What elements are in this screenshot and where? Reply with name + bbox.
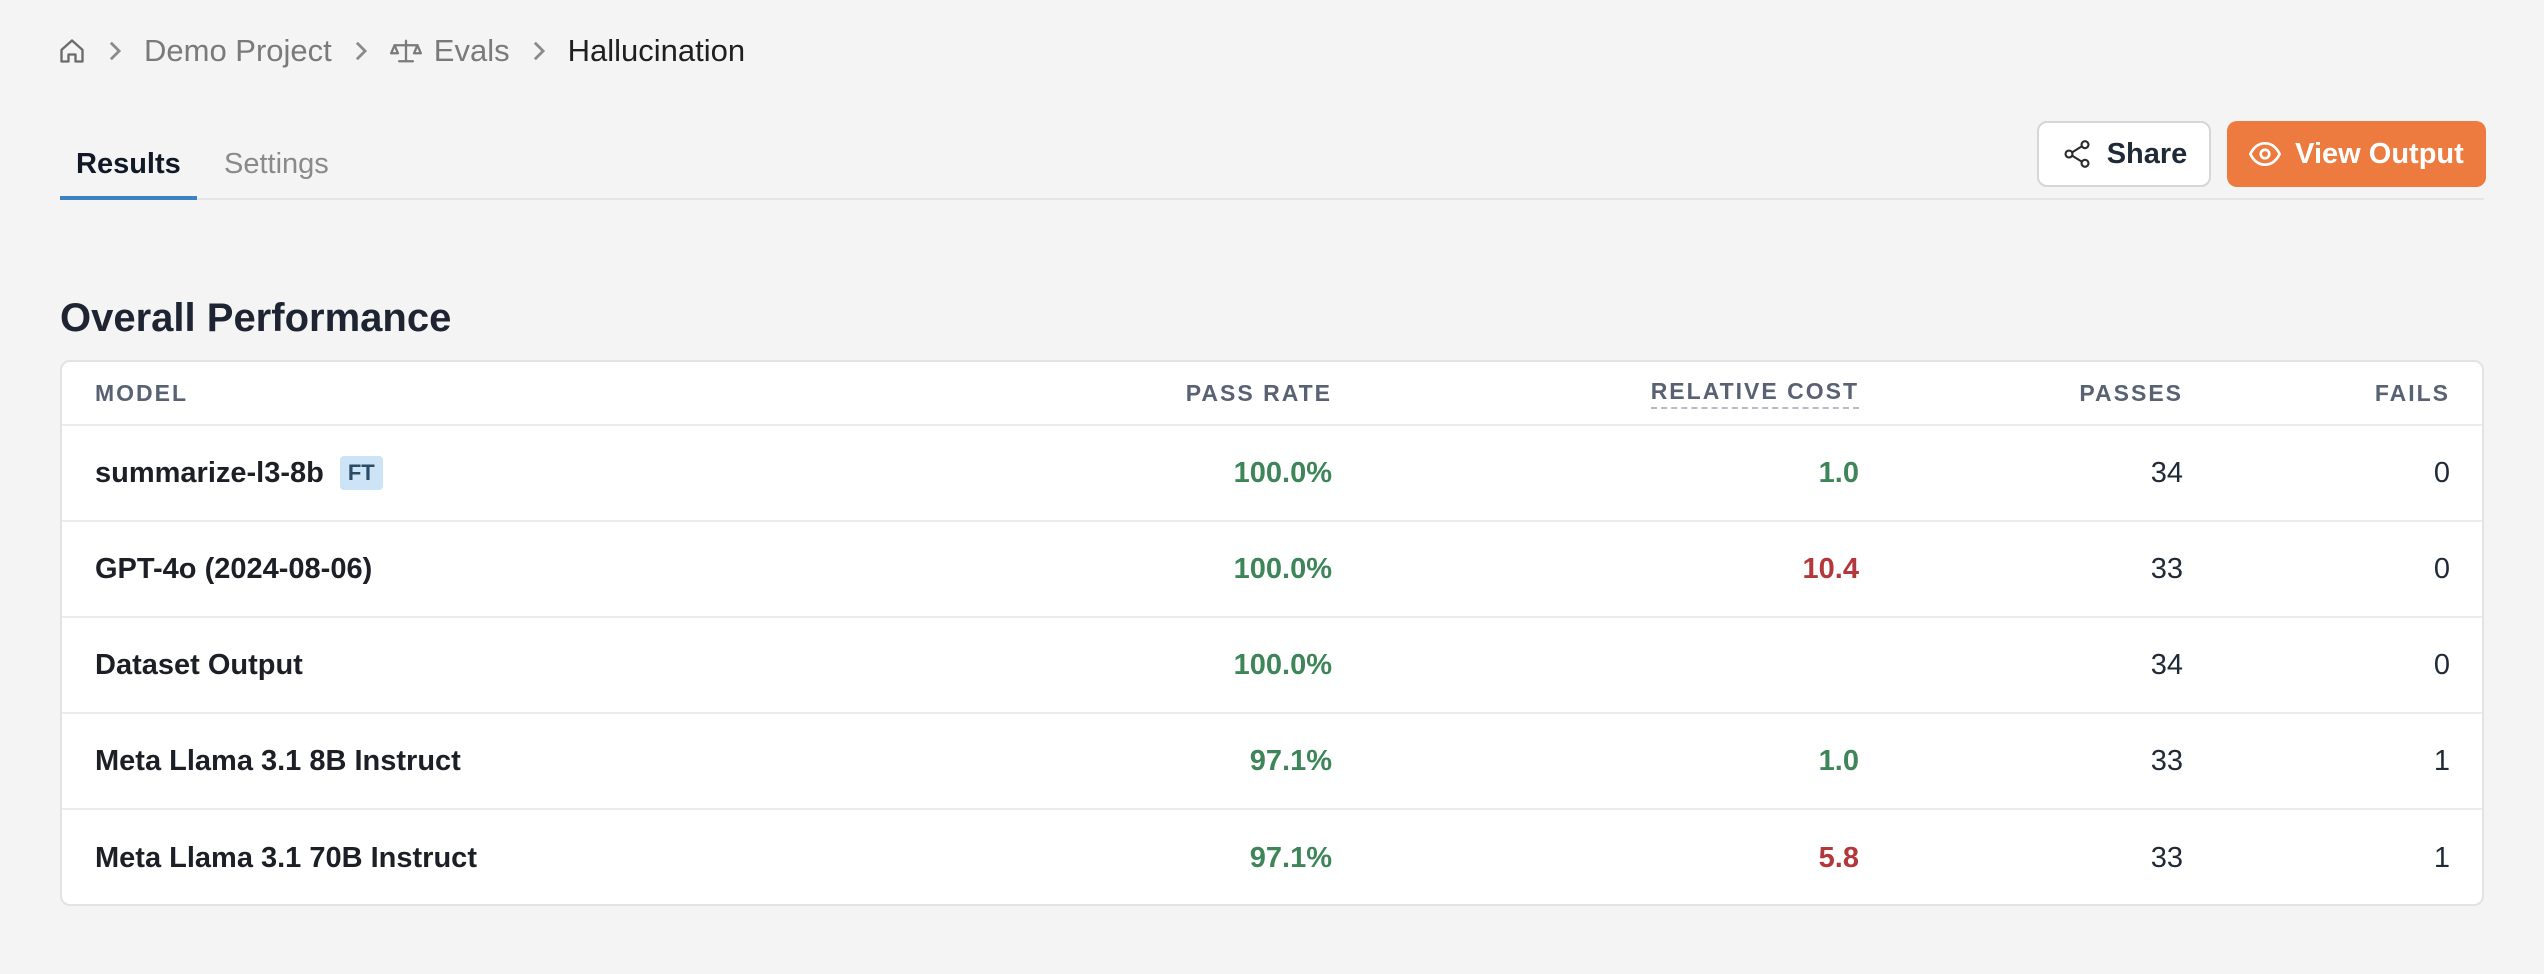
pass-rate-cell: 100.0% <box>1233 552 1332 585</box>
model-cell: Meta Llama 3.1 8B Instruct <box>95 714 461 808</box>
passes-cell: 34 <box>2150 648 2183 681</box>
breadcrumb-project-label: Demo Project <box>144 33 332 68</box>
eye-icon <box>2249 141 2282 167</box>
table-row[interactable]: summarize-l3-8b FT 100.0% 1.0 34 0 <box>62 426 2482 522</box>
breadcrumb-current: Hallucination <box>568 33 746 69</box>
model-cell: Dataset Output <box>95 618 303 712</box>
performance-table: MODEL PASS RATE RELATIVE COST PASSES FAI… <box>60 360 2484 906</box>
pass-rate-cell: 100.0% <box>1233 456 1332 489</box>
scale-icon <box>389 37 422 65</box>
relative-cost-cell: 10.4 <box>1802 552 1859 585</box>
breadcrumb-current-label: Hallucination <box>567 33 746 68</box>
relative-cost-cell: 5.8 <box>1818 841 1859 874</box>
fails-cell: 0 <box>2433 456 2450 489</box>
tab-settings[interactable]: Settings <box>208 140 345 200</box>
column-header-passes: PASSES <box>2079 379 2183 406</box>
column-header-relative-cost[interactable]: RELATIVE COST <box>1650 362 1859 424</box>
fails-cell: 0 <box>2433 648 2450 681</box>
chevron-right-icon <box>108 40 122 62</box>
pass-rate-cell: 100.0% <box>1233 648 1332 681</box>
fails-cell: 1 <box>2433 744 2450 777</box>
relative-cost-cell: 1.0 <box>1818 744 1859 777</box>
breadcrumb-project[interactable]: Demo Project <box>144 33 332 69</box>
share-button[interactable]: Share <box>2037 121 2211 187</box>
fine-tuned-badge: FT <box>339 456 383 490</box>
view-output-button[interactable]: View Output <box>2227 121 2486 187</box>
model-cell: GPT-4o (2024-08-06) <box>95 522 372 616</box>
model-name: summarize-l3-8b <box>95 456 324 489</box>
relative-cost-cell: 1.0 <box>1818 456 1859 489</box>
fails-cell: 1 <box>2433 841 2450 874</box>
passes-cell: 33 <box>2150 841 2183 874</box>
column-header-model: MODEL <box>95 379 189 406</box>
model-cell: summarize-l3-8b FT <box>95 426 383 520</box>
model-name: Meta Llama 3.1 70B Instruct <box>95 841 477 874</box>
model-name: Meta Llama 3.1 8B Instruct <box>95 744 461 777</box>
chevron-right-icon <box>354 40 368 62</box>
pass-rate-cell: 97.1% <box>1249 841 1332 874</box>
passes-cell: 34 <box>2150 456 2183 489</box>
column-header-fails: FAILS <box>2374 379 2450 406</box>
passes-cell: 33 <box>2150 744 2183 777</box>
breadcrumb-evals[interactable]: Evals <box>389 33 510 69</box>
table-row[interactable]: Meta Llama 3.1 8B Instruct 97.1% 1.0 33 … <box>62 714 2482 810</box>
model-name: GPT-4o (2024-08-06) <box>95 552 373 585</box>
pass-rate-cell: 97.1% <box>1249 744 1332 777</box>
table-row[interactable]: GPT-4o (2024-08-06) 100.0% 10.4 33 0 <box>62 522 2482 618</box>
page: Demo Project Evals Hallucination Results… <box>0 0 2544 974</box>
chevron-right-icon <box>532 40 546 62</box>
breadcrumb-evals-label: Evals <box>433 33 510 68</box>
fails-cell: 0 <box>2433 552 2450 585</box>
share-button-label: Share <box>2106 137 2188 170</box>
model-cell: Meta Llama 3.1 70B Instruct <box>95 810 477 904</box>
breadcrumb: Demo Project Evals Hallucination <box>58 30 745 72</box>
table-row[interactable]: Meta Llama 3.1 70B Instruct 97.1% 5.8 33… <box>62 810 2482 904</box>
tab-results[interactable]: Results <box>60 140 197 200</box>
table-header: MODEL PASS RATE RELATIVE COST PASSES FAI… <box>62 362 2482 426</box>
home-icon <box>58 37 86 65</box>
share-icon <box>2061 138 2093 170</box>
view-output-button-label: View Output <box>2295 137 2464 170</box>
model-name: Dataset Output <box>95 648 303 681</box>
relative-cost-header-label: RELATIVE COST <box>1650 378 1859 409</box>
section-title: Overall Performance <box>60 296 452 340</box>
breadcrumb-home[interactable] <box>58 37 86 65</box>
table-row[interactable]: Dataset Output 100.0% 34 0 <box>62 618 2482 714</box>
column-header-pass-rate: PASS RATE <box>1185 379 1332 406</box>
passes-cell: 33 <box>2150 552 2183 585</box>
